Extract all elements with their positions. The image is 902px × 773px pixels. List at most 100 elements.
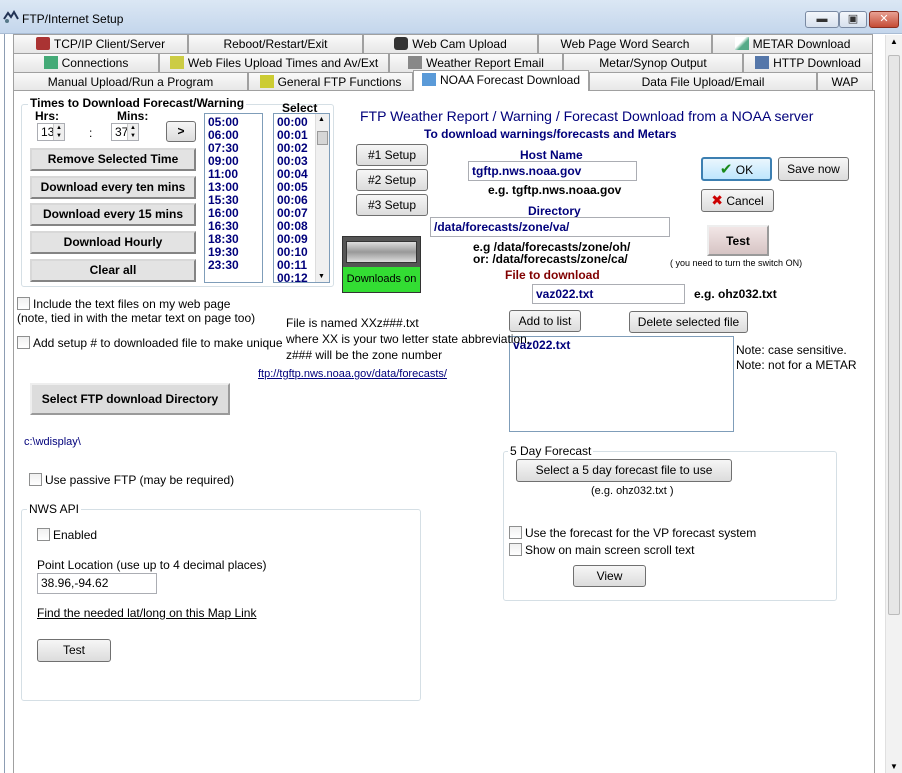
- file-list[interactable]: vaz022.txt: [509, 336, 734, 432]
- ftp-link[interactable]: ftp://tgftp.nws.noaa.gov/data/forecasts/: [258, 368, 447, 380]
- tab-data-upload[interactable]: Data File Upload/Email: [589, 72, 817, 91]
- five-day-legend: 5 Day Forecast: [508, 444, 594, 458]
- hrs-label: Hrs:: [35, 109, 60, 123]
- point-location-input[interactable]: 38.96,-94.62: [37, 573, 157, 594]
- scroll-down-icon[interactable]: ▼: [890, 762, 898, 771]
- close-x-icon: ✖: [711, 192, 724, 208]
- tab-manual-upload[interactable]: Manual Upload/Run a Program: [13, 72, 248, 91]
- hourly-button[interactable]: Download Hourly: [30, 231, 196, 254]
- setup-2-button[interactable]: #2 Setup: [356, 169, 428, 191]
- cancel-button[interactable]: ✖ Cancel: [701, 189, 774, 212]
- point-location-label: Point Location (use up to 4 decimal plac…: [37, 558, 267, 572]
- passive-ftp-checkbox[interactable]: [29, 473, 42, 486]
- include-text-note: (note, tied in with the metar text on pa…: [17, 311, 256, 325]
- setup-1-button[interactable]: #1 Setup: [356, 144, 428, 166]
- add-setup-checkbox[interactable]: [17, 336, 30, 349]
- directory-example-2: or: /data/forecasts/zone/ca/: [473, 252, 628, 266]
- tab-word-search[interactable]: Web Page Word Search: [538, 34, 712, 53]
- setup-3-button[interactable]: #3 Setup: [356, 194, 428, 216]
- file-named-line-2: where XX is your two letter state abbrev…: [286, 332, 531, 346]
- select-five-day-button[interactable]: Select a 5 day forecast file to use: [516, 459, 732, 482]
- tab-connections[interactable]: Connections: [13, 53, 159, 72]
- window-scrollbar[interactable]: ▲ ▼: [885, 35, 902, 773]
- switch-lever[interactable]: [346, 241, 417, 263]
- nws-enabled-checkbox[interactable]: [37, 528, 50, 541]
- scroll-thumb[interactable]: [317, 131, 328, 145]
- file-label: File to download: [505, 268, 600, 282]
- tab-noaa-forecast[interactable]: NOAA Forecast Download: [413, 70, 589, 91]
- scroll-up-icon[interactable]: ▲: [890, 37, 898, 46]
- scroll-text-label: Show on main screen scroll text: [525, 543, 695, 557]
- times-legend: Times to Download Forecast/Warning: [28, 96, 247, 110]
- page-subtitle: To download warnings/forecasts and Metar…: [424, 127, 677, 141]
- test-button[interactable]: Test: [707, 225, 769, 256]
- file-example: e.g. ohz032.txt: [694, 287, 777, 301]
- map-link[interactable]: Find the needed lat/long on this Map Lin…: [37, 606, 256, 620]
- tab-web-files[interactable]: Web Files Upload Times and Av/Ext: [159, 53, 389, 72]
- select-time-list[interactable]: 00:00 00:01 00:02 00:03 00:04 00:05 00:0…: [273, 113, 330, 283]
- tab-general-ftp[interactable]: General FTP Functions: [248, 72, 413, 91]
- delete-file-button[interactable]: Delete selected file: [629, 311, 748, 333]
- tab-metar-download[interactable]: METAR Download: [712, 34, 873, 53]
- host-input[interactable]: tgftp.nws.noaa.gov: [468, 161, 637, 181]
- list-item[interactable]: vaz022.txt: [510, 339, 733, 352]
- passive-ftp-label: Use passive FTP (may be required): [45, 473, 235, 487]
- downloads-switch[interactable]: Downloads on: [342, 236, 421, 293]
- hours-spinner[interactable]: 13 ▲ ▼: [37, 123, 65, 141]
- nws-enabled-label: Enabled: [53, 528, 98, 542]
- camera-icon: [394, 37, 409, 50]
- remove-time-button[interactable]: Remove Selected Time: [30, 148, 196, 171]
- directory-path: c:\wdisplay\: [24, 436, 81, 448]
- every-15-button[interactable]: Download every 15 mins: [30, 203, 196, 226]
- directory-input[interactable]: /data/forecasts/zone/va/: [430, 217, 670, 237]
- tab-wap[interactable]: WAP: [817, 72, 873, 91]
- clear-all-button[interactable]: Clear all: [30, 259, 196, 282]
- spinner-arrows-icon[interactable]: ▲ ▼: [53, 124, 64, 140]
- ok-button[interactable]: ✔ OK: [701, 157, 772, 181]
- ftp-icon: [259, 75, 274, 88]
- note-metar: Note: not for a METAR: [736, 358, 857, 372]
- view-button[interactable]: View: [573, 565, 646, 587]
- include-text-label: Include the text files on my web page: [33, 297, 231, 311]
- web-files-icon: [169, 56, 184, 69]
- tab-webcam[interactable]: Web Cam Upload: [363, 34, 538, 53]
- list-item[interactable]: 23:30: [205, 259, 262, 272]
- file-named-line-3: z### will be the zone number: [286, 348, 443, 362]
- scroll-up-icon[interactable]: ▲: [318, 116, 325, 123]
- host-label: Host Name: [520, 148, 583, 162]
- tab-metar-synop[interactable]: Metar/Synop Output: [563, 53, 743, 72]
- every-ten-button[interactable]: Download every ten mins: [30, 176, 196, 199]
- spinner-arrows-icon[interactable]: ▲ ▼: [127, 124, 138, 140]
- nws-api-legend: NWS API: [27, 502, 82, 516]
- minimize-button[interactable]: ▬: [805, 11, 839, 28]
- file-named-line-1: File is named XXz###.txt: [286, 316, 419, 330]
- test-note: ( you need to turn the switch ON): [670, 258, 803, 268]
- directory-label: Directory: [528, 204, 581, 218]
- maximize-button[interactable]: ▣: [839, 11, 867, 28]
- nws-test-button[interactable]: Test: [37, 639, 111, 662]
- list-scrollbar[interactable]: ▲ ▼: [315, 114, 329, 282]
- save-now-button[interactable]: Save now: [778, 157, 849, 181]
- tab-tcpip[interactable]: TCP/IP Client/Server: [13, 34, 188, 53]
- vp-forecast-checkbox[interactable]: [509, 526, 522, 539]
- add-setup-label: Add setup # to downloaded file to make u…: [33, 336, 283, 350]
- scroll-thumb[interactable]: [888, 55, 900, 615]
- close-button[interactable]: ✕: [869, 11, 899, 28]
- select-directory-button[interactable]: Select FTP download Directory: [30, 383, 230, 415]
- scroll-down-icon[interactable]: ▼: [318, 273, 325, 280]
- host-example: e.g. tgftp.nws.noaa.gov: [488, 183, 622, 197]
- file-input[interactable]: vaz022.txt: [532, 284, 685, 304]
- minutes-spinner[interactable]: 37 ▲ ▼: [111, 123, 139, 141]
- tab-reboot[interactable]: Reboot/Restart/Exit: [188, 34, 363, 53]
- tab-http-download[interactable]: HTTP Download: [743, 53, 873, 72]
- noaa-icon: [421, 73, 436, 86]
- app-icon: [3, 10, 19, 23]
- vp-forecast-label: Use the forecast for the VP forecast sys…: [525, 526, 757, 540]
- times-list[interactable]: 05:00 06:00 07:30 09:00 11:00 13:00 15:3…: [204, 113, 263, 283]
- metar-icon: [734, 37, 749, 50]
- include-text-checkbox[interactable]: [17, 297, 30, 310]
- add-time-button[interactable]: >: [166, 121, 196, 142]
- scroll-text-checkbox[interactable]: [509, 543, 522, 556]
- add-to-list-button[interactable]: Add to list: [509, 310, 581, 332]
- email-icon: [408, 56, 423, 69]
